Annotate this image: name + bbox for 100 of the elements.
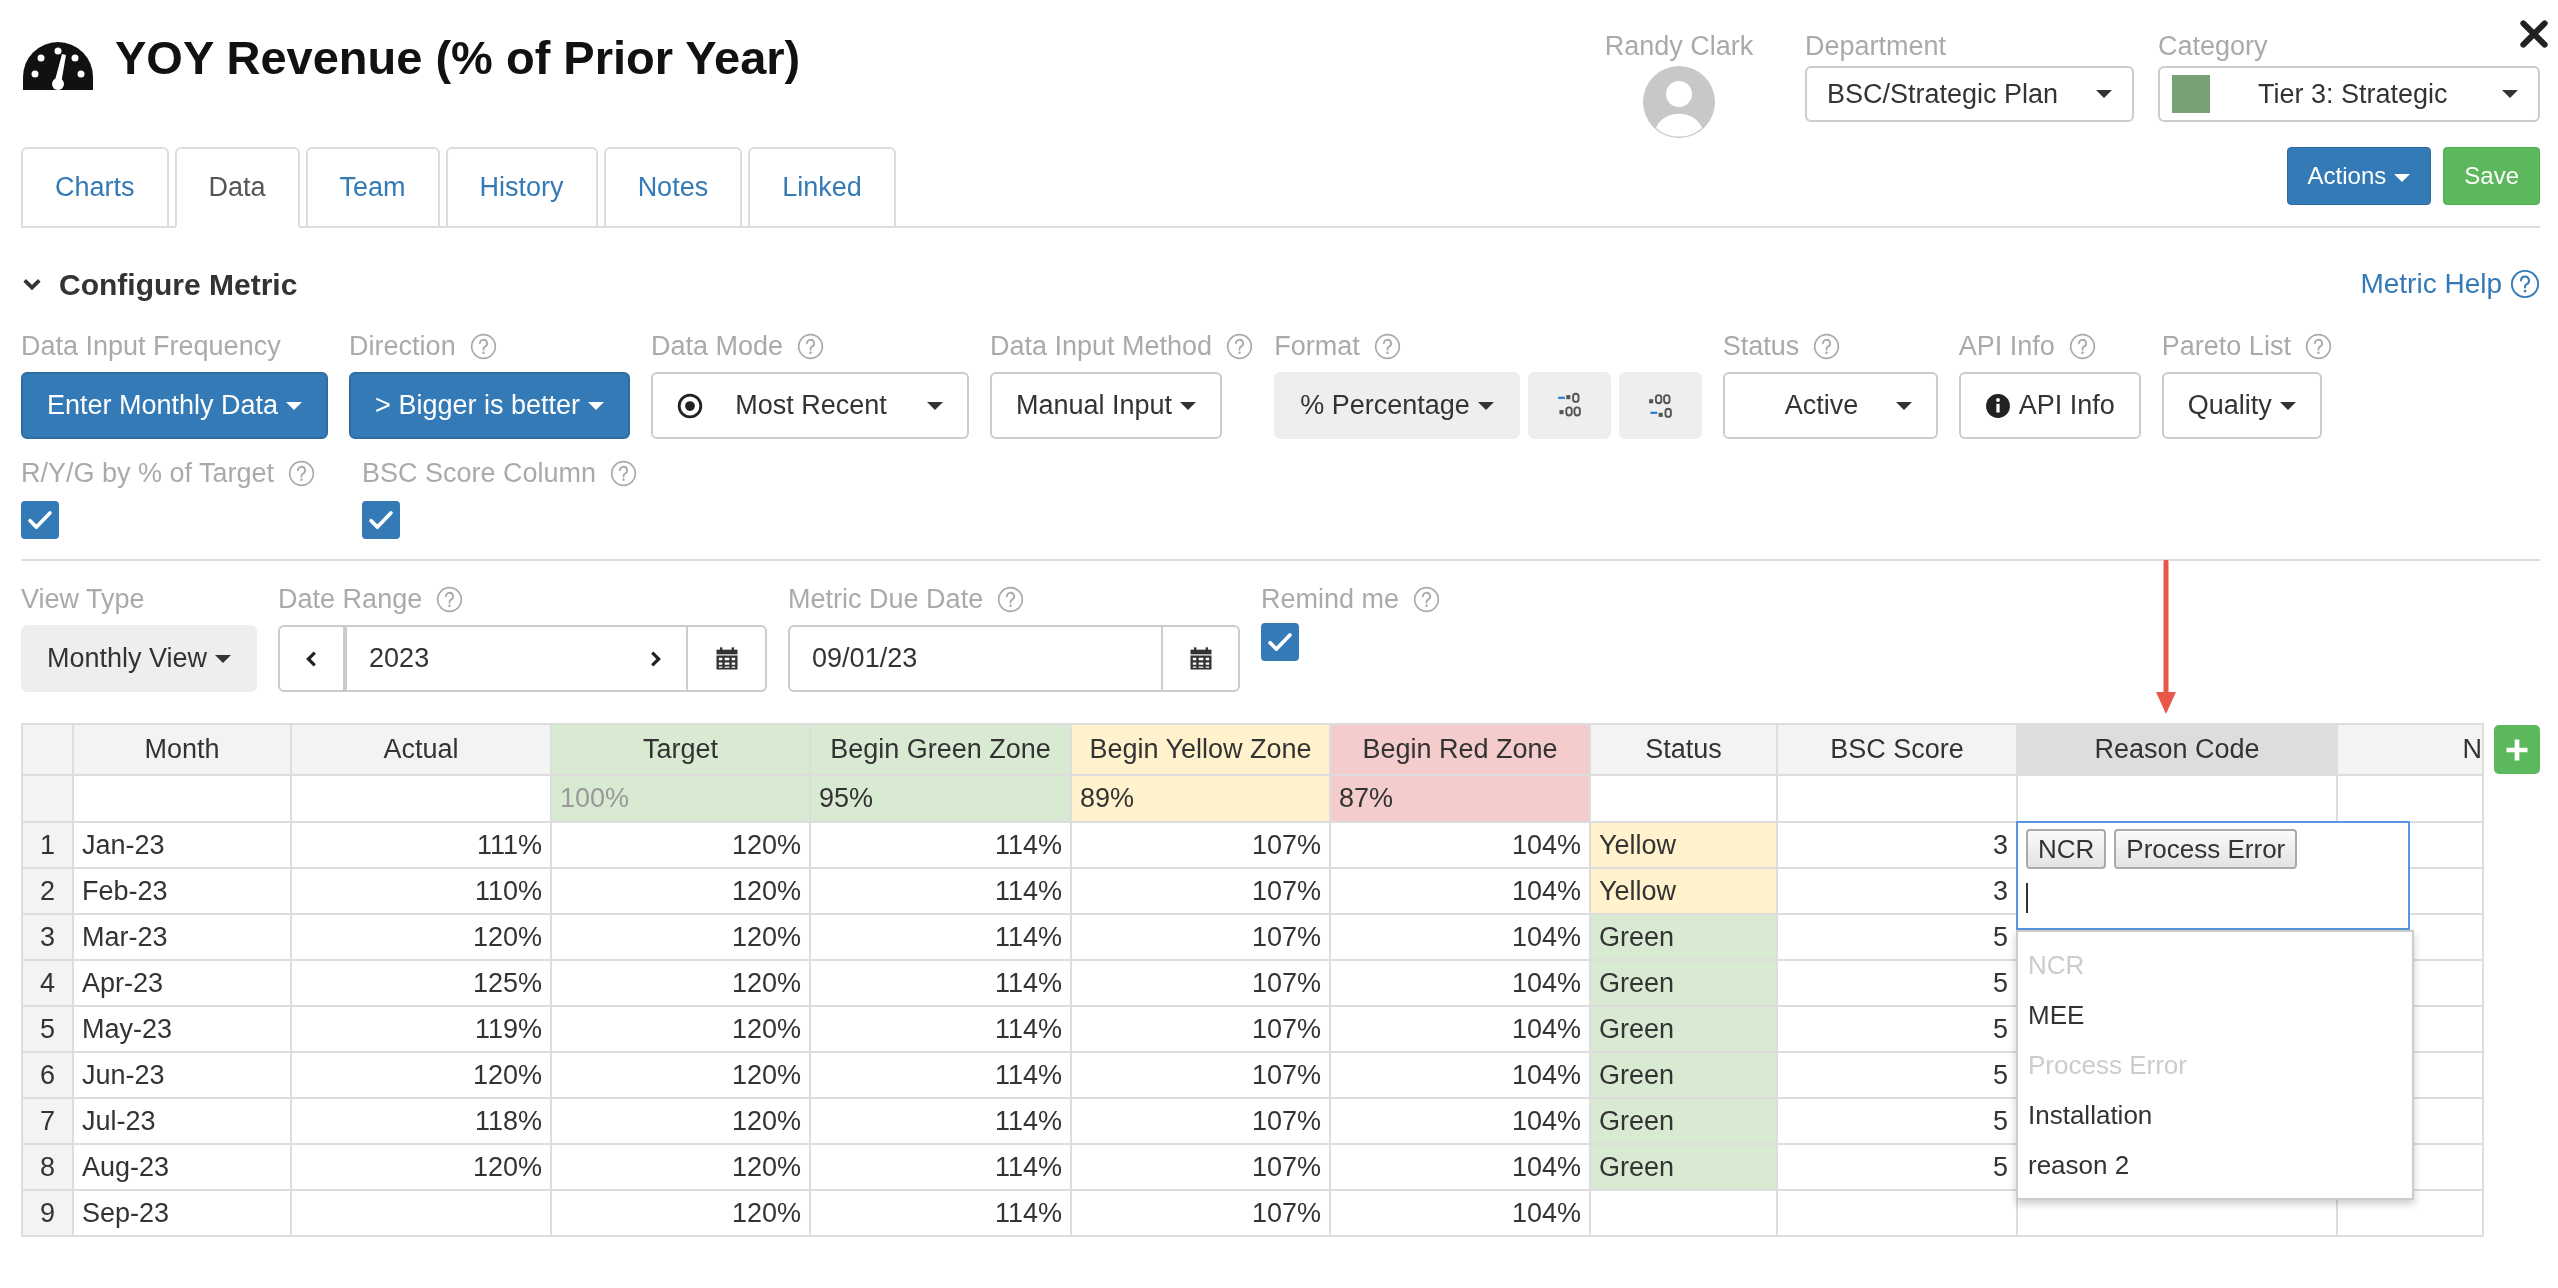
table-cell: 120% xyxy=(291,1144,551,1190)
column-header[interactable]: Target xyxy=(551,724,810,775)
table-cell: 107% xyxy=(1071,822,1330,868)
table-cell: Green xyxy=(1590,1144,1777,1190)
tab[interactable]: Data xyxy=(174,147,300,228)
column-header[interactable]: Begin Red Zone xyxy=(1330,724,1590,775)
help-icon[interactable] xyxy=(997,585,1025,613)
calendar-button[interactable] xyxy=(688,625,768,692)
caret-icon xyxy=(588,401,604,410)
previous-button[interactable] xyxy=(278,625,346,692)
table-cell: 120% xyxy=(291,914,551,960)
help-icon[interactable] xyxy=(1226,332,1254,360)
dropdown-button[interactable]: Manual Input xyxy=(990,372,1223,439)
dropdown-value: Most Recent xyxy=(735,389,887,423)
tab[interactable]: Notes xyxy=(603,147,743,228)
date-field[interactable]: 09/01/23 xyxy=(788,625,1164,692)
tag-input-field[interactable]: NCR Process Error xyxy=(2016,821,2410,930)
help-icon[interactable] xyxy=(469,332,497,360)
table-cell: Green xyxy=(1590,1098,1777,1144)
help-icon[interactable] xyxy=(610,459,638,487)
help-link[interactable]: Metric Help xyxy=(2360,263,2502,305)
table-cell: 104% xyxy=(1330,1098,1590,1144)
help-icon[interactable] xyxy=(2068,332,2096,360)
menu-item[interactable]: reason 2 xyxy=(2018,1140,2412,1190)
table-cell: 120% xyxy=(551,868,810,914)
column-header[interactable]: Reason Code xyxy=(2017,724,2337,775)
owner-name: Randy Clark xyxy=(1604,30,1754,63)
row-number: 7 xyxy=(22,1098,73,1144)
column-header[interactable]: Begin Green Zone xyxy=(810,724,1071,775)
dropdown-button[interactable]: Quality xyxy=(2161,372,2322,439)
row-number: 3 xyxy=(22,914,73,960)
table-cell: 120% xyxy=(551,1006,810,1052)
table-cell: 104% xyxy=(1330,868,1590,914)
column-header[interactable]: BSC Score xyxy=(1777,724,2017,775)
help-icon[interactable] xyxy=(2304,332,2332,360)
table-cell: Green xyxy=(1590,960,1777,1006)
dropdown-button[interactable]: > Bigger is better xyxy=(349,372,630,439)
help-icon[interactable] xyxy=(797,332,825,360)
table-cell: 104% xyxy=(1330,914,1590,960)
dropdown-button[interactable]: % Percentage xyxy=(1274,372,1520,439)
dropdown[interactable]: Tier 3: Strategic xyxy=(2158,66,2540,123)
caret-icon xyxy=(286,401,303,410)
dropdown-button[interactable]: Enter Monthly Data xyxy=(21,372,329,439)
table-cell: 104% xyxy=(1330,1052,1590,1098)
field-label: Remind me xyxy=(1261,583,1400,615)
table-cell: Green xyxy=(1590,1052,1777,1098)
decimal-button[interactable] xyxy=(1618,372,1702,439)
checkbox[interactable] xyxy=(1261,623,1300,661)
column-header[interactable]: Begin Yellow Zone xyxy=(1071,724,1330,775)
dropdown[interactable]: Active xyxy=(1722,372,1938,439)
close-icon xyxy=(2518,17,2550,50)
table-cell: 114% xyxy=(810,1098,1071,1144)
menu-item[interactable]: Installation xyxy=(2018,1090,2412,1140)
table-cell: 104% xyxy=(1330,1190,1590,1236)
dropdown-value: Active xyxy=(1784,389,1859,423)
caret-icon xyxy=(1180,401,1197,410)
help-icon[interactable] xyxy=(1373,332,1401,360)
caret-icon xyxy=(2279,401,2296,410)
table-cell: 107% xyxy=(1071,868,1330,914)
table-cell: 114% xyxy=(810,1144,1071,1190)
column-header[interactable]: N xyxy=(2337,724,2483,775)
dropdown-value: Tier 3: Strategic xyxy=(2258,78,2449,112)
table-cell: 120% xyxy=(551,914,810,960)
api-info-button[interactable]: API Info xyxy=(1958,372,2141,439)
actions-button[interactable]: Actions xyxy=(2286,147,2432,205)
help-icon[interactable] xyxy=(288,459,316,487)
tag[interactable]: Process Error xyxy=(2114,829,2298,869)
tab[interactable]: Charts xyxy=(21,147,169,228)
threshold-value: 100% xyxy=(560,783,630,814)
help-icon[interactable] xyxy=(1413,585,1441,613)
checkbox[interactable] xyxy=(21,501,59,539)
checkbox[interactable] xyxy=(362,501,400,539)
dropdown-button[interactable]: Monthly View xyxy=(21,625,258,692)
dropdown[interactable]: Most Recent xyxy=(651,372,969,439)
field-label: API Info xyxy=(1958,330,2055,362)
tab[interactable]: Linked xyxy=(748,147,896,228)
column-header[interactable]: Month xyxy=(73,724,291,775)
column-header[interactable]: Status xyxy=(1590,724,1777,775)
add-button[interactable] xyxy=(2494,725,2540,774)
table-cell: 125% xyxy=(291,960,551,1006)
calendar-button[interactable] xyxy=(1163,625,1241,692)
table-cell: Aug-23 xyxy=(73,1144,291,1190)
table-cell: 107% xyxy=(1071,1006,1330,1052)
column-header[interactable]: Actual xyxy=(291,724,551,775)
menu-item[interactable]: MEE xyxy=(2018,990,2412,1040)
tab[interactable]: Team xyxy=(305,147,440,228)
tag[interactable]: NCR xyxy=(2026,829,2107,869)
tab[interactable]: History xyxy=(445,147,598,228)
help-icon[interactable] xyxy=(1813,332,1841,360)
caret-icon xyxy=(215,654,232,663)
table-cell: 114% xyxy=(810,822,1071,868)
help-icon[interactable] xyxy=(2510,269,2540,299)
caret-icon xyxy=(1895,401,1912,410)
table-cell: 114% xyxy=(810,868,1071,914)
table-cell: 104% xyxy=(1330,822,1590,868)
table-cell: 110% xyxy=(291,868,551,914)
target-icon xyxy=(677,392,703,419)
decimal-button[interactable] xyxy=(1527,372,1611,439)
help-icon[interactable] xyxy=(436,585,464,613)
dropdown[interactable]: BSC/Strategic Plan xyxy=(1805,66,2134,123)
